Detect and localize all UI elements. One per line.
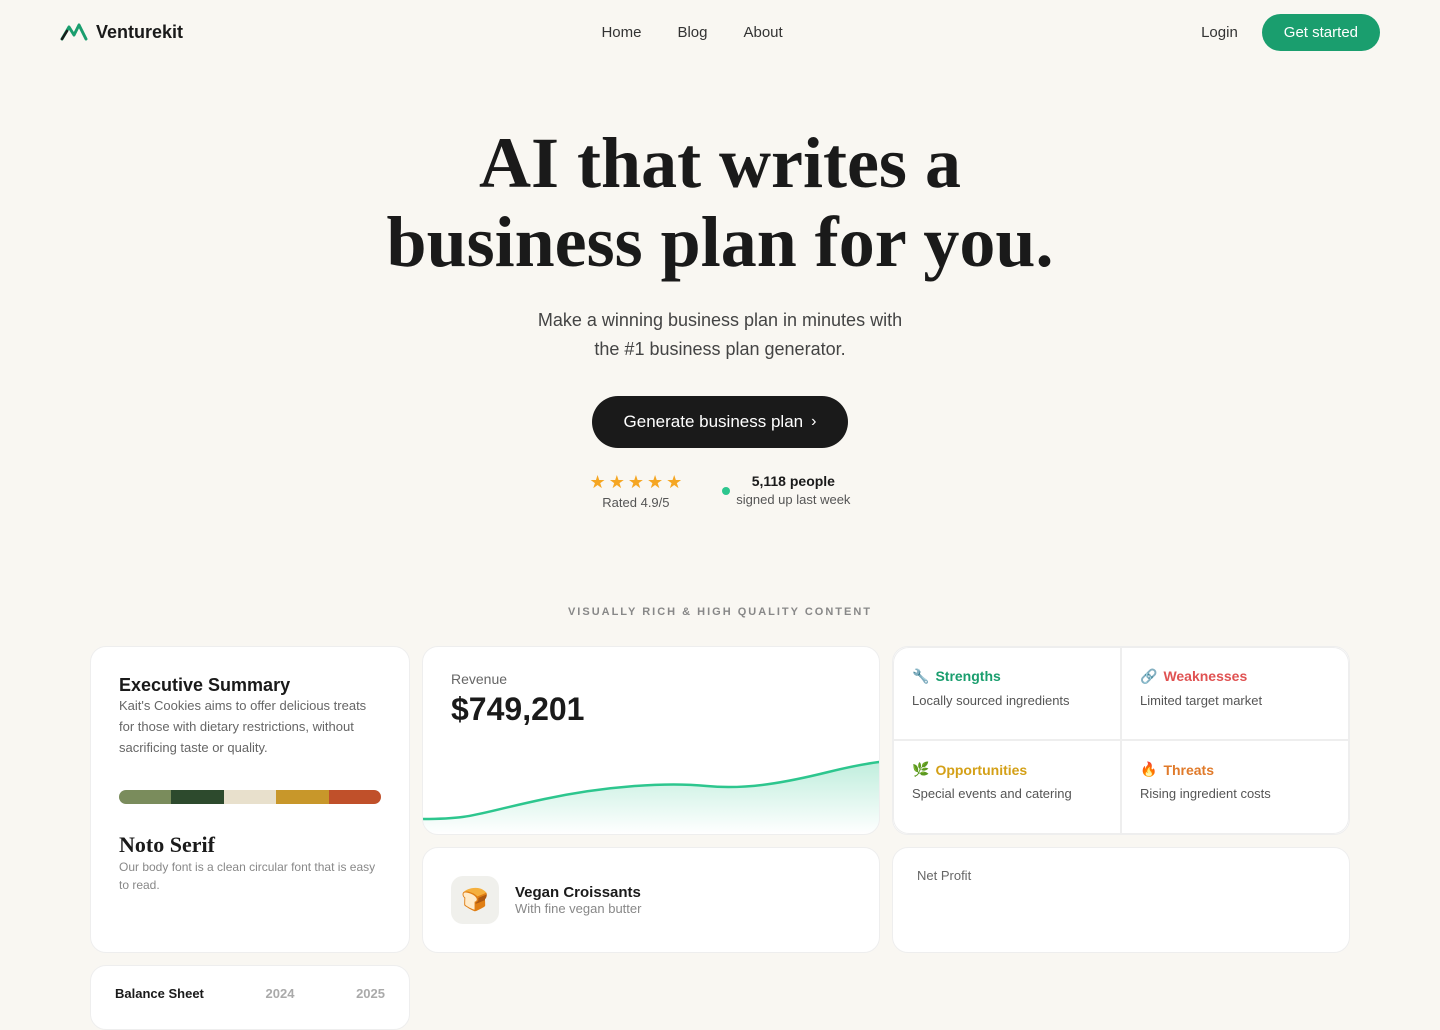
star-rating: ★ ★ ★ ★ ★ bbox=[590, 472, 683, 493]
product-desc: With fine vegan butter bbox=[515, 901, 641, 916]
revenue-card: Revenue $749,201 bbox=[422, 646, 880, 835]
strengths-title: 🔧 Strengths bbox=[912, 668, 1102, 685]
color-swatches bbox=[119, 790, 381, 804]
font-desc: Our body font is a clean circular font t… bbox=[119, 858, 381, 894]
color-swatch-section bbox=[119, 778, 381, 804]
signup-block: 5,118 people signed up last week bbox=[722, 473, 850, 509]
logo-icon bbox=[60, 21, 88, 43]
swot-threats: 🔥 Threats Rising ingredient costs bbox=[1121, 740, 1349, 834]
swatch-2 bbox=[171, 790, 223, 804]
revenue-amount: $749,201 bbox=[451, 691, 851, 728]
swot-strengths: 🔧 Strengths Locally sourced ingredients bbox=[893, 647, 1121, 741]
exec-body: Kait's Cookies aims to offer delicious t… bbox=[119, 696, 381, 758]
opportunities-icon: 🌿 bbox=[912, 761, 929, 778]
opportunities-title: 🌿 Opportunities bbox=[912, 761, 1102, 778]
threats-title: 🔥 Threats bbox=[1140, 761, 1330, 778]
revenue-label: Revenue bbox=[451, 671, 851, 687]
generate-label: Generate business plan bbox=[624, 412, 804, 432]
balance-sheet-card: Balance Sheet 2024 2025 bbox=[90, 965, 410, 1030]
revenue-chart bbox=[423, 744, 879, 834]
rating-text: Rated 4.9/5 bbox=[590, 495, 683, 510]
logo-text: Venturekit bbox=[96, 22, 183, 43]
product-name: Vegan Croissants bbox=[515, 884, 641, 901]
online-dot bbox=[722, 487, 730, 495]
swot-card: 🔧 Strengths Locally sourced ingredients … bbox=[892, 646, 1350, 835]
hero-subtext: Make a winning business plan in minutes … bbox=[20, 306, 1420, 364]
opportunities-content: Special events and catering bbox=[912, 786, 1102, 801]
star-3: ★ bbox=[628, 472, 644, 493]
star-5: ★ bbox=[666, 472, 682, 493]
swatch-3 bbox=[224, 790, 276, 804]
swatch-1 bbox=[119, 790, 171, 804]
threats-icon: 🔥 bbox=[1140, 761, 1157, 778]
login-link[interactable]: Login bbox=[1201, 24, 1238, 41]
net-profit-label: Net Profit bbox=[917, 868, 1325, 883]
weaknesses-icon: 🔗 bbox=[1140, 668, 1157, 685]
social-proof: ★ ★ ★ ★ ★ Rated 4.9/5 5,118 people signe… bbox=[20, 472, 1420, 510]
nav-about[interactable]: About bbox=[743, 24, 782, 41]
signup-count: 5,118 people bbox=[752, 473, 835, 489]
balance-header: Balance Sheet 2024 2025 bbox=[115, 986, 385, 1001]
generate-button[interactable]: Generate business plan › bbox=[592, 396, 849, 448]
swatch-5 bbox=[329, 790, 381, 804]
threats-content: Rising ingredient costs bbox=[1140, 786, 1330, 801]
swatch-4 bbox=[276, 790, 328, 804]
rating-block: ★ ★ ★ ★ ★ Rated 4.9/5 bbox=[590, 472, 683, 510]
balance-year-1: 2024 bbox=[266, 986, 295, 1001]
nav-links: Home Blog About bbox=[601, 24, 782, 41]
section-label: VISUALLY RICH & HIGH QUALITY CONTENT bbox=[0, 606, 1440, 618]
strengths-content: Locally sourced ingredients bbox=[912, 693, 1102, 708]
balance-label: Balance Sheet bbox=[115, 986, 204, 1001]
star-2: ★ bbox=[609, 472, 625, 493]
exec-summary-content: Executive Summary Kait's Cookies aims to… bbox=[119, 675, 381, 758]
strengths-icon: 🔧 bbox=[912, 668, 929, 685]
navbar: Venturekit Home Blog About Login Get sta… bbox=[0, 0, 1440, 64]
swot-opportunities: 🌿 Opportunities Special events and cater… bbox=[893, 740, 1121, 834]
font-name: Noto Serif bbox=[119, 832, 381, 858]
swot-weaknesses: 🔗 Weaknesses Limited target market bbox=[1121, 647, 1349, 741]
hero-section: AI that writes a business plan for you. … bbox=[0, 64, 1440, 550]
generate-arrow: › bbox=[811, 413, 816, 431]
get-started-button[interactable]: Get started bbox=[1262, 14, 1380, 51]
logo-link[interactable]: Venturekit bbox=[60, 21, 183, 43]
balance-year-2: 2025 bbox=[356, 986, 385, 1001]
hero-headline: AI that writes a business plan for you. bbox=[340, 124, 1100, 282]
nav-blog[interactable]: Blog bbox=[677, 24, 707, 41]
exec-title: Executive Summary bbox=[119, 675, 381, 696]
weaknesses-title: 🔗 Weaknesses bbox=[1140, 668, 1330, 685]
star-4: ★ bbox=[647, 472, 663, 493]
signup-label: signed up last week bbox=[736, 492, 850, 507]
signup-info: 5,118 people signed up last week bbox=[736, 473, 850, 509]
font-section: Noto Serif Our body font is a clean circ… bbox=[119, 832, 381, 894]
weaknesses-content: Limited target market bbox=[1140, 693, 1330, 708]
exec-summary-card: Executive Summary Kait's Cookies aims to… bbox=[90, 646, 410, 953]
cards-grid: Executive Summary Kait's Cookies aims to… bbox=[30, 646, 1410, 1030]
nav-right: Login Get started bbox=[1201, 14, 1380, 51]
star-1: ★ bbox=[590, 472, 606, 493]
nav-home[interactable]: Home bbox=[601, 24, 641, 41]
